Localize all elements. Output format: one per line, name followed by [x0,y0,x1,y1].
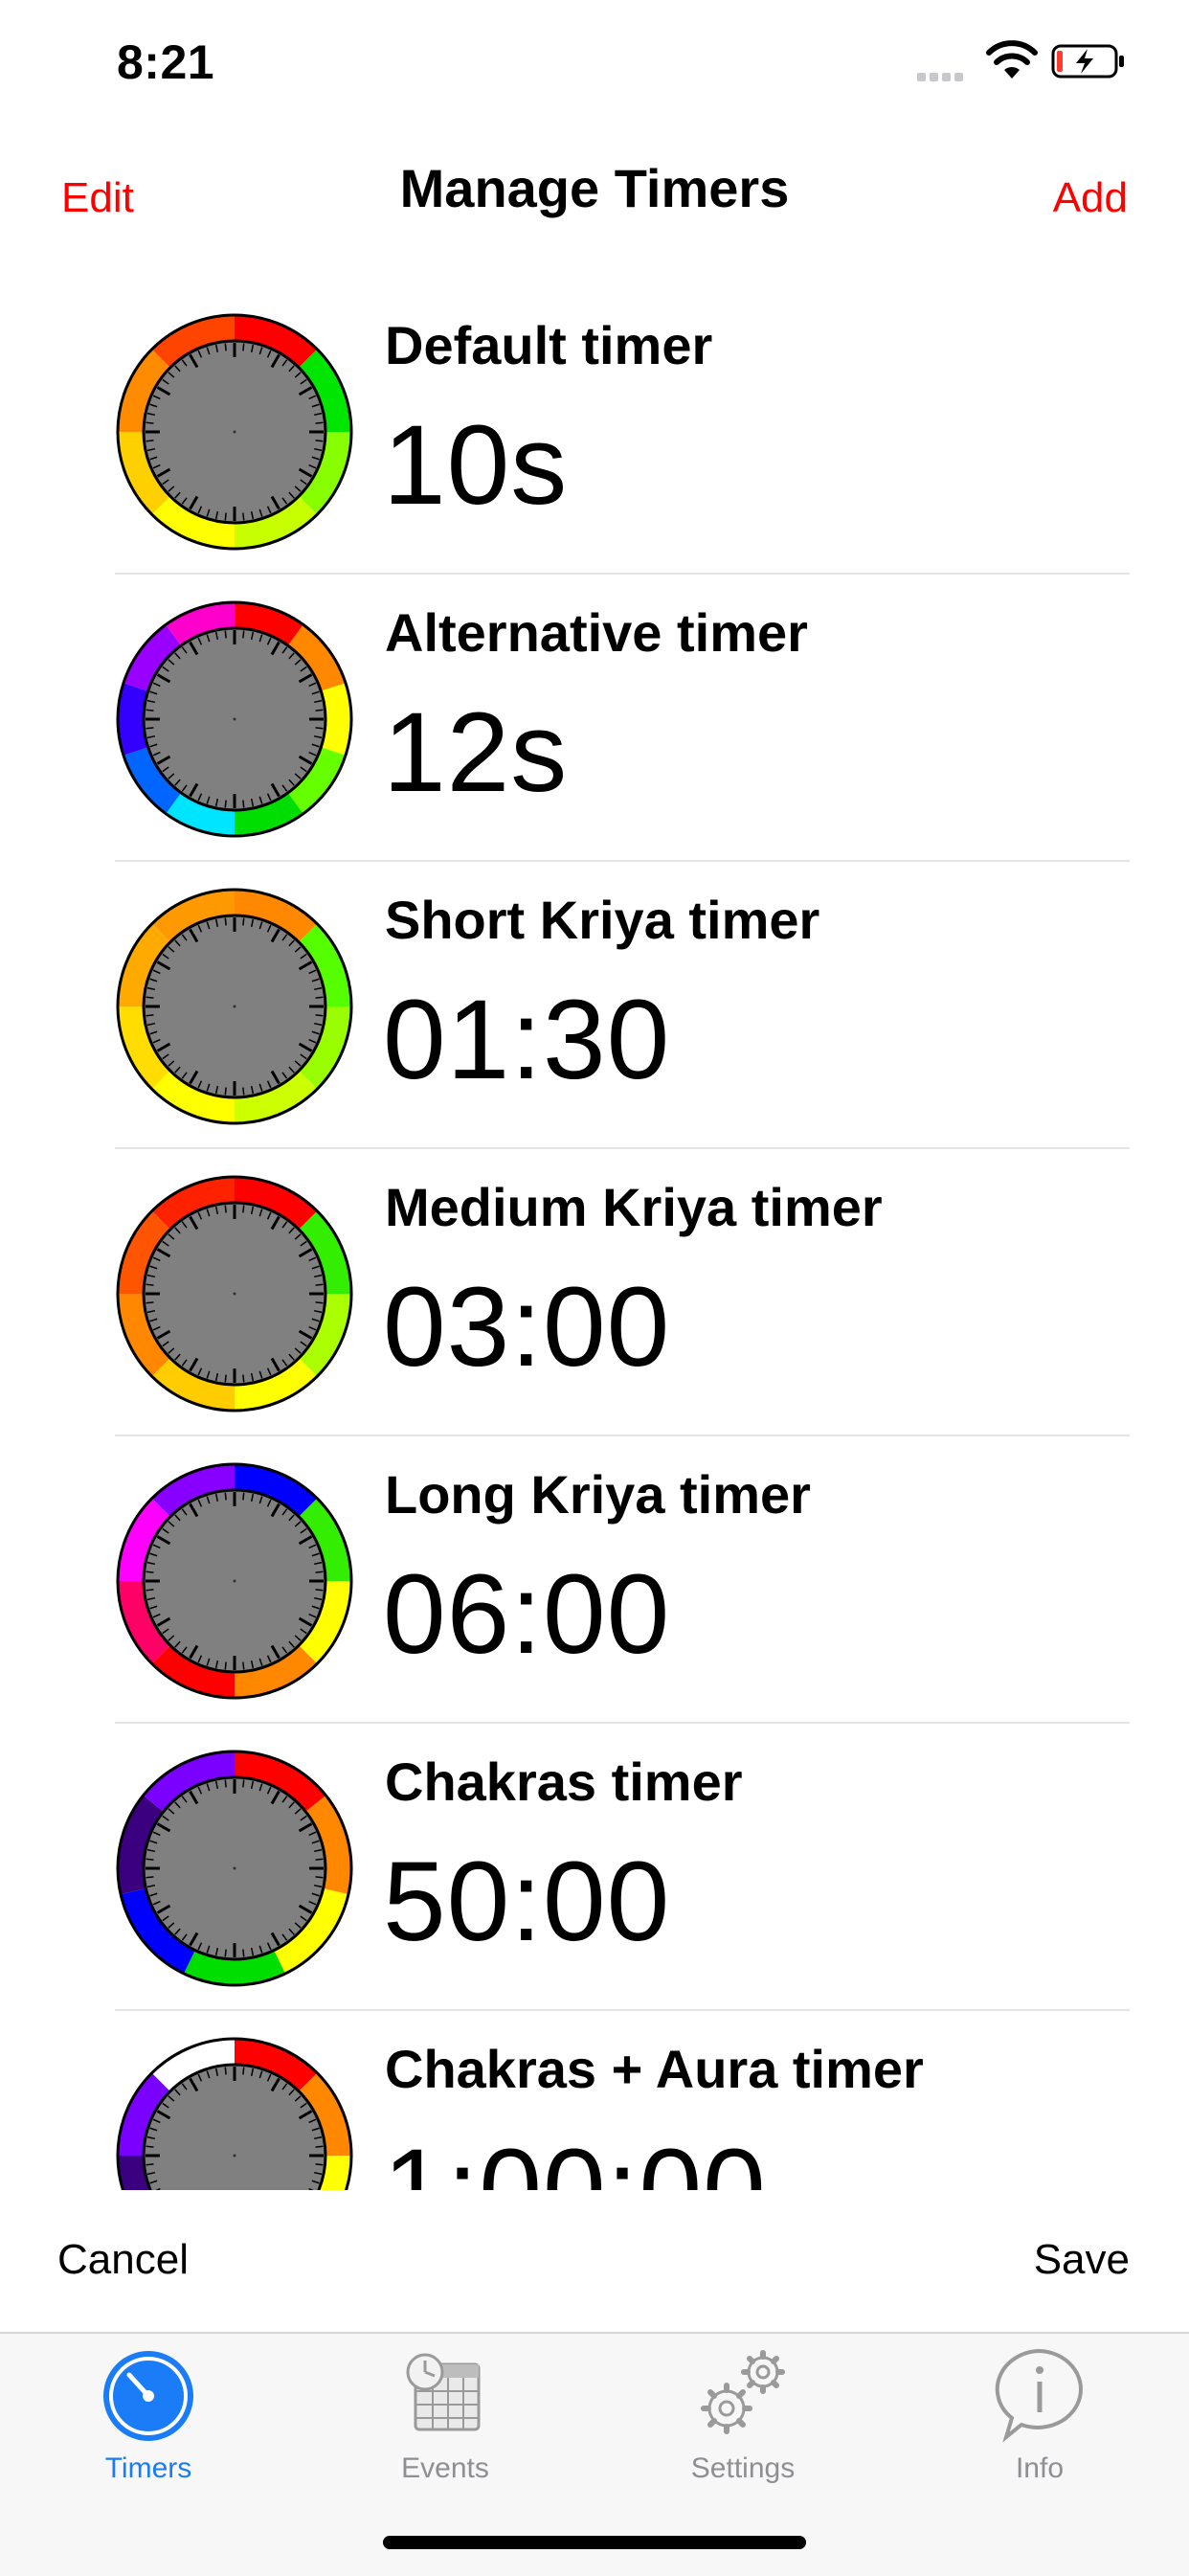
tab-info[interactable]: Info [944,2343,1135,2506]
stopwatch-icon [103,2351,193,2441]
cancel-button[interactable]: Cancel [57,2236,189,2284]
bottom-toolbar: Cancel Save [0,2190,1189,2332]
info-bubble-icon [995,2348,1083,2443]
tab-label: Events [401,2452,489,2484]
color-dial-icon [116,1750,353,1987]
wifi-icon [986,40,1038,79]
tab-timers[interactable]: Timers [53,2343,244,2506]
timer-duration: 50:00 [383,1839,671,1965]
timer-duration: 03:00 [383,1264,671,1390]
timer-duration: 06:00 [383,1551,671,1678]
timer-name: Long Kriya timer [385,1464,811,1525]
page-title: Manage Timers [399,158,790,218]
calendar-icon [406,2353,481,2431]
timer-row[interactable]: Chakras + Aura timer 1:00:00 [0,2011,1189,2190]
save-button[interactable]: Save [1034,2236,1130,2284]
home-indicator [383,2536,806,2549]
timer-list[interactable]: Default timer 10s Alternative timer 12s … [0,287,1189,2190]
navigation-bar: Edit Manage Timers Add [0,134,1189,259]
timer-duration: 1:00:00 [383,2126,767,2190]
color-dial-icon [116,313,353,551]
timer-row[interactable]: Short Kriya timer 01:30 [0,862,1189,1149]
timer-name: Chakras + Aura timer [385,2039,924,2099]
timer-name: Default timer [385,315,713,375]
timer-name: Alternative timer [385,602,808,663]
timer-duration: 12s [383,689,569,816]
tab-settings[interactable]: Settings [647,2343,839,2506]
status-bar: 8:21 [0,0,1189,134]
timer-name: Chakras timer [385,1751,743,1812]
color-dial-icon [116,888,353,1125]
color-dial-icon [116,1462,353,1700]
timer-name: Medium Kriya timer [385,1177,883,1237]
tab-label: Timers [104,2452,192,2484]
timer-name: Short Kriya timer [385,890,820,950]
color-dial-icon [116,600,353,838]
timer-duration: 10s [383,402,569,529]
timer-row[interactable]: Long Kriya timer 06:00 [0,1436,1189,1724]
tab-label: Info [1015,2452,1065,2484]
timer-row[interactable]: Chakras timer 50:00 [0,1724,1189,2011]
cell-signal-icon [917,69,967,86]
timer-duration: 01:30 [383,977,671,1103]
tab-label: Settings [690,2452,796,2484]
battery-charging-icon [1051,44,1124,79]
color-dial-icon [116,2037,353,2190]
timer-row[interactable]: Default timer 10s [0,287,1189,575]
status-time: 8:21 [117,35,215,89]
timer-row[interactable]: Medium Kriya timer 03:00 [0,1149,1189,1436]
timer-row[interactable]: Alternative timer 12s [0,575,1189,862]
gears-icon [701,2350,785,2434]
tab-events[interactable]: Events [349,2343,541,2506]
add-button[interactable]: Add [1053,174,1128,222]
color-dial-icon [116,1175,353,1412]
